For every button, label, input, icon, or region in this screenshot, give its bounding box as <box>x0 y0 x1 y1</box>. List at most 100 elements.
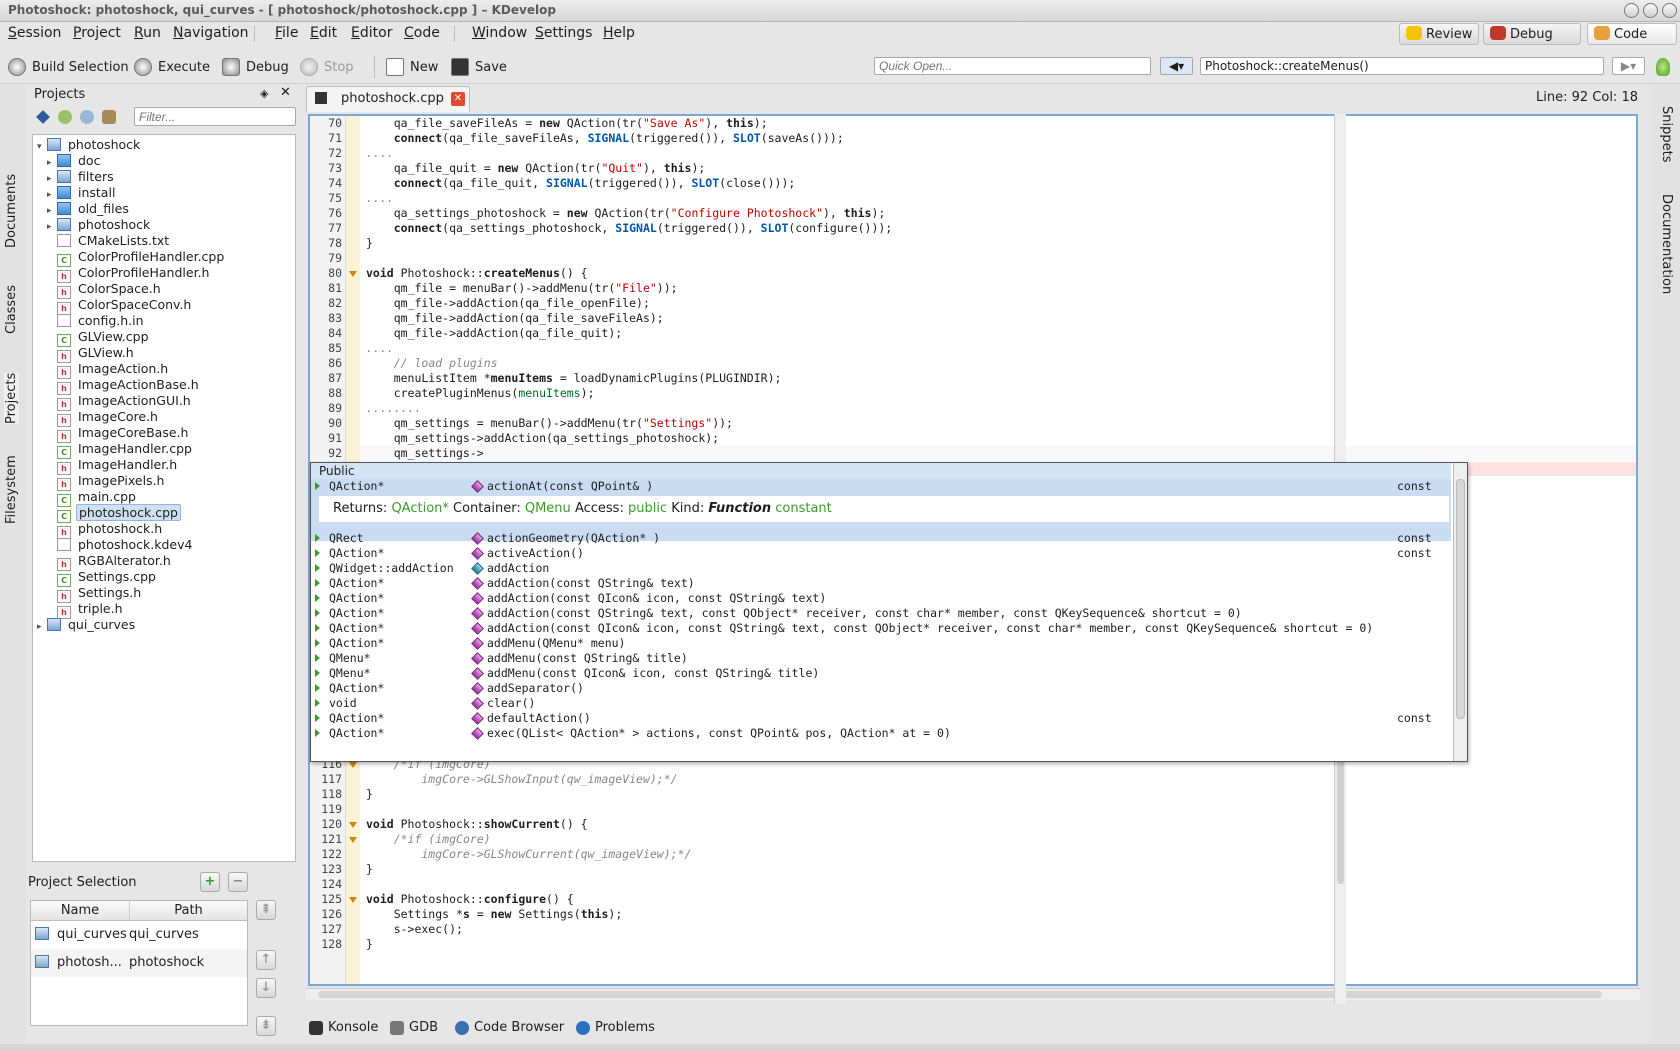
tab-projects[interactable]: Projects <box>4 372 19 424</box>
tree-item[interactable]: ▸ old_files <box>33 201 295 217</box>
tree-item[interactable]: h ImageActionBase.h <box>33 377 295 395</box>
context-browser-field[interactable]: Photoshock::createMenus() <box>1200 57 1604 75</box>
table-row[interactable]: photosh... photoshock <box>31 949 247 977</box>
expand-item-icon[interactable] <box>315 482 320 490</box>
tree-item[interactable]: ▸ qui_curves <box>33 617 295 633</box>
new-button[interactable]: New <box>386 55 438 79</box>
completion-scroll-thumb[interactable] <box>1456 479 1465 719</box>
expand-item-icon[interactable] <box>315 579 320 587</box>
project-filter-input[interactable] <box>134 107 296 126</box>
tree-item[interactable]: h GLView.h <box>33 345 295 363</box>
tree-item[interactable]: ▾ photoshock <box>33 137 295 153</box>
document-tab[interactable]: photoshock.cpp ✕ <box>306 86 470 112</box>
install-item-icon[interactable] <box>80 110 94 124</box>
fold-marker-icon[interactable] <box>349 822 357 828</box>
completion-item[interactable]: QAction* activeAction() const <box>311 546 1451 561</box>
fold-marker-icon[interactable] <box>349 897 357 903</box>
area-debug-button[interactable]: Debug <box>1483 23 1581 45</box>
add-project-button[interactable]: + <box>200 872 220 892</box>
expand-item-icon[interactable] <box>315 714 320 722</box>
tree-item[interactable]: h ImageHandler.h <box>33 457 295 475</box>
expand-item-icon[interactable] <box>315 609 320 617</box>
tree-item[interactable]: h ColorSpace.h <box>33 281 295 299</box>
bulb-icon[interactable] <box>1656 58 1670 76</box>
tab-code-browser[interactable]: Code Browser <box>455 1020 564 1035</box>
completion-item[interactable]: QMenu* addMenu(const QIcon& icon, const Q… <box>311 666 1451 681</box>
tree-item[interactable]: ▸ install <box>33 185 295 201</box>
maximize-button[interactable] <box>1643 3 1658 18</box>
completion-item[interactable]: QAction* addAction(const QString& text) <box>311 576 1451 591</box>
tree-item[interactable]: h photoshock.h <box>33 521 295 539</box>
completion-item[interactable]: void clear() <box>311 696 1451 711</box>
tab-snippets[interactable]: Snippets <box>1659 106 1674 162</box>
tree-item[interactable]: ▸ doc <box>33 153 295 169</box>
menu-file[interactable]: File <box>275 25 298 41</box>
expand-item-icon[interactable] <box>315 564 320 572</box>
menu-help[interactable]: Help <box>603 25 635 41</box>
expand-item-icon[interactable] <box>315 699 320 707</box>
table-row[interactable]: qui_curves qui_curves <box>31 921 247 949</box>
close-window-button[interactable] <box>1662 3 1677 18</box>
tree-item[interactable]: C GLView.cpp <box>33 329 295 347</box>
tree-item[interactable]: config.h.in <box>33 313 295 329</box>
tree-item[interactable]: h ImageAction.h <box>33 361 295 379</box>
completion-item[interactable]: QAction* addAction(const QIcon& icon, con… <box>311 621 1451 636</box>
tree-item[interactable]: h ImagePixels.h <box>33 473 295 491</box>
navigate-back-button[interactable]: ◀▾ <box>1160 57 1193 75</box>
tab-gdb[interactable]: GDB <box>390 1020 438 1035</box>
move-top-button[interactable]: ⇞ <box>256 900 276 920</box>
navigate-forward-button[interactable]: ▶▾ <box>1612 57 1645 75</box>
locate-icon[interactable] <box>36 110 50 124</box>
area-review-button[interactable]: Review <box>1399 23 1479 45</box>
fold-marker-icon[interactable] <box>349 837 357 843</box>
tree-item[interactable]: ▸ photoshock <box>33 217 295 233</box>
expand-item-icon[interactable] <box>315 654 320 662</box>
tree-item[interactable]: h ImageActionGUI.h <box>33 393 295 411</box>
move-bottom-button[interactable]: ⇟ <box>256 1016 276 1036</box>
expand-item-icon[interactable] <box>315 594 320 602</box>
expand-item-icon[interactable] <box>315 684 320 692</box>
clean-item-icon[interactable] <box>102 110 116 124</box>
completion-item[interactable]: QMenu* addMenu(const QString& title) <box>311 651 1451 666</box>
expand-item-icon[interactable] <box>315 549 320 557</box>
menu-window[interactable]: Window <box>472 25 527 41</box>
tab-documents[interactable]: Documents <box>4 174 19 248</box>
tab-problems[interactable]: Problems <box>576 1020 655 1035</box>
tree-item[interactable]: CMakeLists.txt <box>33 233 295 249</box>
expand-item-icon[interactable] <box>315 669 320 677</box>
area-code-button[interactable]: Code <box>1587 23 1677 45</box>
tree-item[interactable]: h ImageCore.h <box>33 409 295 427</box>
completion-item[interactable]: QAction* addSeparator() <box>311 681 1451 696</box>
tab-classes[interactable]: Classes <box>4 285 19 334</box>
menu-code[interactable]: Code <box>404 25 440 41</box>
completion-scrollbar[interactable] <box>1453 463 1467 761</box>
execute-button[interactable]: Execute <box>134 55 210 79</box>
tree-item[interactable]: C Settings.cpp <box>33 569 295 587</box>
menu-session[interactable]: Session <box>8 25 61 41</box>
tree-item[interactable]: C ColorProfileHandler.cpp <box>33 249 295 267</box>
float-panel-icon[interactable]: ◈ <box>260 87 268 100</box>
completion-item[interactable]: QAction* defaultAction() const <box>311 711 1451 726</box>
completion-item[interactable]: QAction* addAction(const QString& text, c… <box>311 606 1451 621</box>
column-header-name[interactable]: Name <box>31 901 129 921</box>
horizontal-scrollbar[interactable] <box>306 988 1640 1000</box>
menu-project[interactable]: Project <box>73 25 121 41</box>
tree-item[interactable]: h ColorSpaceConv.h <box>33 297 295 315</box>
tree-item[interactable]: h Settings.h <box>33 585 295 603</box>
minimize-button[interactable] <box>1624 3 1639 18</box>
move-down-button[interactable]: ↓ <box>256 978 276 998</box>
tab-filesystem[interactable]: Filesystem <box>4 455 19 524</box>
fold-marker-icon[interactable] <box>349 762 357 768</box>
tab-documentation[interactable]: Documentation <box>1659 194 1674 294</box>
tab-konsole[interactable]: Konsole <box>309 1020 378 1035</box>
menu-settings[interactable]: Settings <box>535 25 592 41</box>
tree-item[interactable]: h triple.h <box>33 601 295 619</box>
completion-item[interactable]: QAction* addAction(const QIcon& icon, con… <box>311 591 1451 606</box>
debug-button[interactable]: Debug <box>222 55 289 79</box>
build-item-icon[interactable] <box>58 110 72 124</box>
close-panel-icon[interactable]: ✕ <box>280 85 291 100</box>
expand-item-icon[interactable] <box>315 729 320 737</box>
expand-item-icon[interactable] <box>315 624 320 632</box>
menu-navigation[interactable]: Navigation <box>173 25 249 41</box>
move-up-button[interactable]: ↑ <box>256 950 276 970</box>
